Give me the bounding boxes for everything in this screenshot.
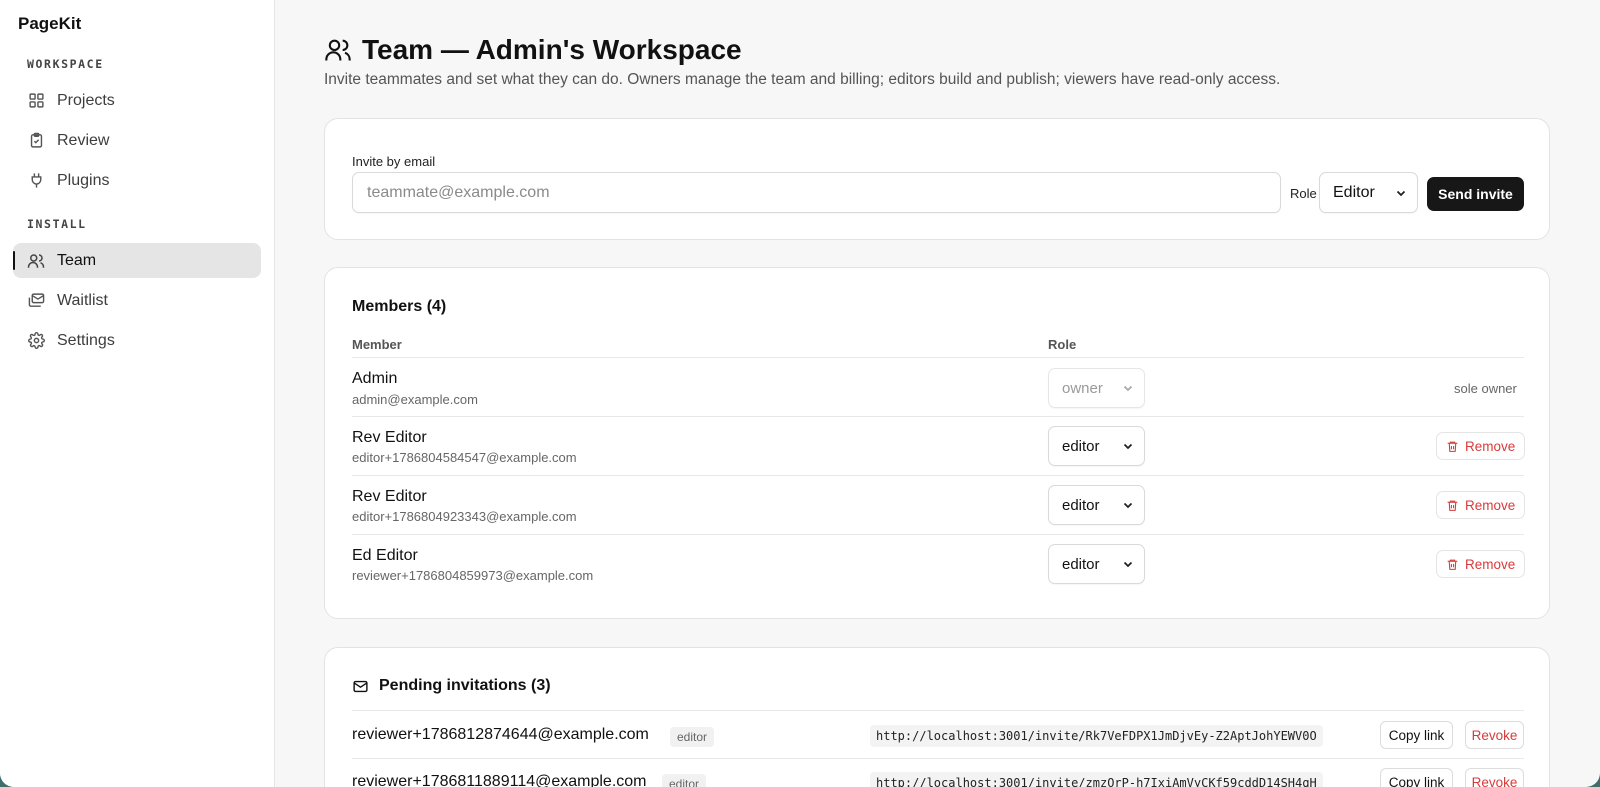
invite-role-badge: editor — [662, 774, 707, 787]
row-divider — [352, 534, 1524, 535]
gear-icon — [27, 332, 45, 350]
page-title-text: Team — Admin's Workspace — [362, 34, 742, 65]
send-invite-button[interactable]: Send invite — [1427, 177, 1524, 211]
sidebar-section-install: INSTALL — [27, 217, 87, 231]
sidebar-section-workspace: WORKSPACE — [27, 57, 104, 71]
row-divider — [352, 475, 1524, 476]
invite-link: http://localhost:3001/invite/zmzOrP-h7Ix… — [870, 772, 1323, 787]
sidebar-item-label: Review — [57, 131, 110, 149]
invite-link: http://localhost:3001/invite/Rk7VeFDPX1J… — [870, 725, 1323, 747]
remove-label: Remove — [1465, 556, 1516, 572]
column-header-role: Role — [1048, 337, 1077, 352]
members-card: Members (4) Member Role Admin admin@exam… — [324, 267, 1550, 619]
remove-member-button[interactable]: Remove — [1436, 491, 1526, 519]
column-header-member: Member — [352, 337, 402, 352]
member-name: Rev Editor — [352, 429, 427, 446]
chevron-down-icon — [1123, 443, 1133, 450]
chevron-down-icon — [1396, 190, 1406, 196]
sidebar-item-label: Settings — [57, 331, 115, 349]
member-role-value: editor — [1062, 555, 1100, 573]
invite-role-badge: editor — [670, 727, 715, 747]
member-email: reviewer+1786804859973@example.com — [352, 568, 594, 583]
sidebar-item-plugins[interactable]: Plugins — [13, 163, 261, 198]
invite-label: Invite by email — [352, 154, 436, 169]
brand-name: PageKit — [18, 14, 82, 33]
member-name: Ed Editor — [352, 547, 418, 564]
member-role-value: owner — [1062, 379, 1103, 397]
role-label: Role — [1290, 186, 1317, 201]
invite-role-select[interactable]: Editor — [1319, 172, 1418, 213]
invite-role-value: Editor — [1333, 183, 1375, 201]
page-description: Invite teammates and set what they can d… — [324, 71, 1281, 88]
app-window: PageKit WORKSPACE Projects Review Plugin… — [0, 0, 1600, 787]
pending-invitations-card: Pending invitations (3) reviewer+1786812… — [324, 647, 1550, 787]
sidebar-item-settings[interactable]: Settings — [13, 323, 261, 358]
remove-member-button[interactable]: Remove — [1436, 550, 1526, 578]
revoke-invite-button[interactable]: Revoke — [1465, 768, 1524, 787]
member-role-select[interactable]: editor — [1048, 544, 1145, 584]
copy-link-button[interactable]: Copy link — [1380, 768, 1453, 787]
member-name: Admin — [352, 370, 398, 387]
clipboard-check-icon — [27, 132, 45, 150]
row-divider — [352, 758, 1524, 759]
trash-icon — [1447, 500, 1458, 511]
users-icon — [27, 252, 45, 270]
row-divider — [352, 710, 1524, 711]
invite-email: reviewer+1786812874644@example.com — [352, 726, 649, 743]
main-content: Team — Admin's Workspace Invite teammate… — [275, 0, 1600, 787]
member-email: admin@example.com — [352, 392, 478, 407]
chevron-down-icon — [1123, 502, 1133, 509]
member-role-value: editor — [1062, 437, 1100, 455]
pending-header: Pending invitations (3) — [352, 677, 551, 695]
sidebar-item-label: Projects — [57, 91, 115, 109]
sidebar-item-label: Waitlist — [57, 291, 108, 309]
chevron-down-icon — [1123, 385, 1133, 392]
sidebar-item-projects[interactable]: Projects — [13, 83, 261, 118]
sidebar: PageKit WORKSPACE Projects Review Plugin… — [0, 0, 275, 787]
copy-link-button[interactable]: Copy link — [1380, 721, 1453, 749]
member-email: editor+1786804584547@example.com — [352, 450, 577, 465]
row-divider — [352, 416, 1524, 417]
sidebar-item-label: Team — [57, 251, 97, 269]
member-role-value: editor — [1062, 496, 1100, 514]
member-role-select[interactable]: editor — [1048, 485, 1145, 525]
invite-email: reviewer+1786811889114@example.com — [352, 773, 647, 787]
remove-label: Remove — [1465, 438, 1516, 454]
grid-icon — [27, 92, 45, 110]
users-icon — [324, 36, 352, 64]
sidebar-item-team[interactable]: Team — [13, 243, 261, 278]
pending-title: Pending invitations (3) — [379, 677, 551, 694]
revoke-invite-button[interactable]: Revoke — [1465, 721, 1524, 749]
mail-stack-icon — [27, 292, 45, 310]
sole-owner-note: sole owner — [1454, 381, 1517, 396]
sidebar-item-waitlist[interactable]: Waitlist — [13, 283, 261, 318]
page-title: Team — Admin's Workspace — [324, 34, 742, 66]
sidebar-item-label: Plugins — [57, 171, 110, 189]
trash-icon — [1447, 559, 1458, 570]
invite-card: Invite by email Role Editor Send invite — [324, 118, 1550, 240]
remove-member-button[interactable]: Remove — [1436, 432, 1526, 460]
sidebar-item-review[interactable]: Review — [13, 123, 261, 158]
plug-icon — [27, 172, 45, 190]
member-name: Rev Editor — [352, 488, 427, 505]
mail-icon — [353, 680, 368, 692]
trash-icon — [1447, 441, 1458, 452]
member-role-select: owner — [1048, 368, 1145, 408]
row-divider — [352, 357, 1524, 358]
chevron-down-icon — [1123, 561, 1133, 568]
invite-email-input[interactable] — [352, 172, 1281, 213]
members-title: Members (4) — [352, 298, 447, 315]
member-email: editor+1786804923343@example.com — [352, 509, 577, 524]
member-role-select[interactable]: editor — [1048, 426, 1145, 466]
remove-label: Remove — [1465, 497, 1516, 513]
